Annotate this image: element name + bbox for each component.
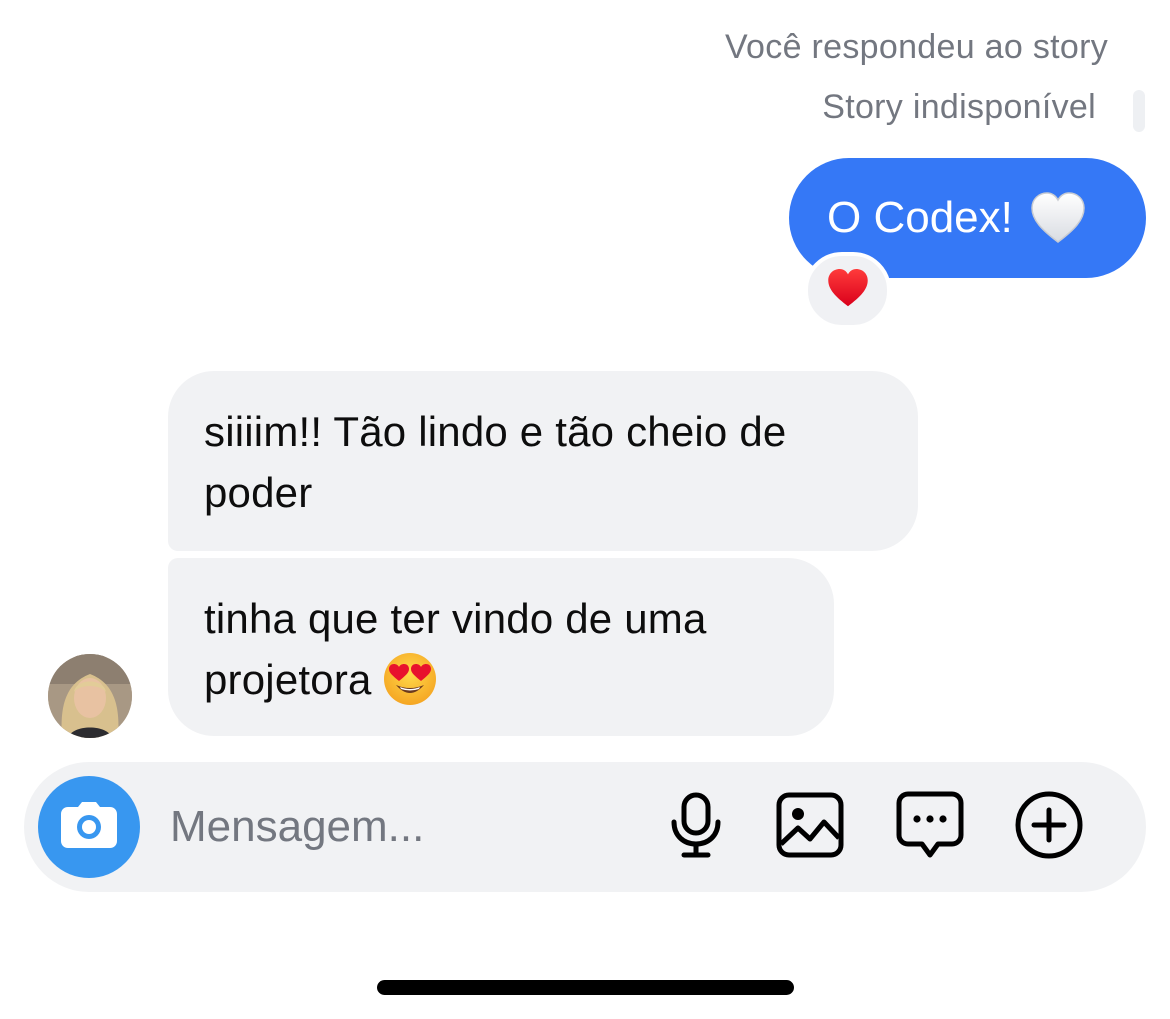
incoming-message-bubble[interactable]: tinha que ter vindo de uma projetora [168, 558, 834, 736]
plus-circle-icon [1014, 790, 1084, 865]
message-reaction[interactable] [804, 252, 891, 329]
gallery-button[interactable] [775, 792, 845, 862]
chat-screen: Você respondeu ao story Story indisponív… [0, 0, 1170, 1019]
incoming-message-bubble[interactable]: siiiim!! Tão lindo e tão cheio de poder [168, 371, 918, 551]
sender-avatar[interactable] [48, 654, 132, 738]
incoming-message-text: tinha que ter vindo de uma projetora [204, 595, 707, 703]
story-unavailable-label[interactable]: Story indisponível [822, 88, 1096, 127]
microphone-icon [668, 792, 724, 863]
sticker-chat-button[interactable] [895, 791, 965, 864]
sticker-chat-icon [896, 791, 964, 864]
red-heart-icon [826, 267, 870, 314]
incoming-message-text: siiiim!! Tão lindo e tão cheio de poder [204, 408, 787, 516]
story-preview-bar [1133, 90, 1145, 132]
image-icon [776, 792, 844, 863]
microphone-button[interactable] [661, 792, 731, 862]
more-options-button[interactable] [1014, 790, 1084, 865]
camera-button[interactable] [38, 776, 140, 878]
heart-eyes-icon [382, 651, 438, 707]
message-composer [24, 762, 1146, 892]
home-indicator[interactable] [377, 980, 794, 995]
camera-icon [60, 801, 118, 854]
message-input[interactable] [170, 798, 620, 856]
story-reply-label: Você respondeu ao story [724, 28, 1108, 66]
outgoing-message-text: O Codex! [827, 193, 1013, 242]
white-heart-icon [1029, 189, 1087, 247]
